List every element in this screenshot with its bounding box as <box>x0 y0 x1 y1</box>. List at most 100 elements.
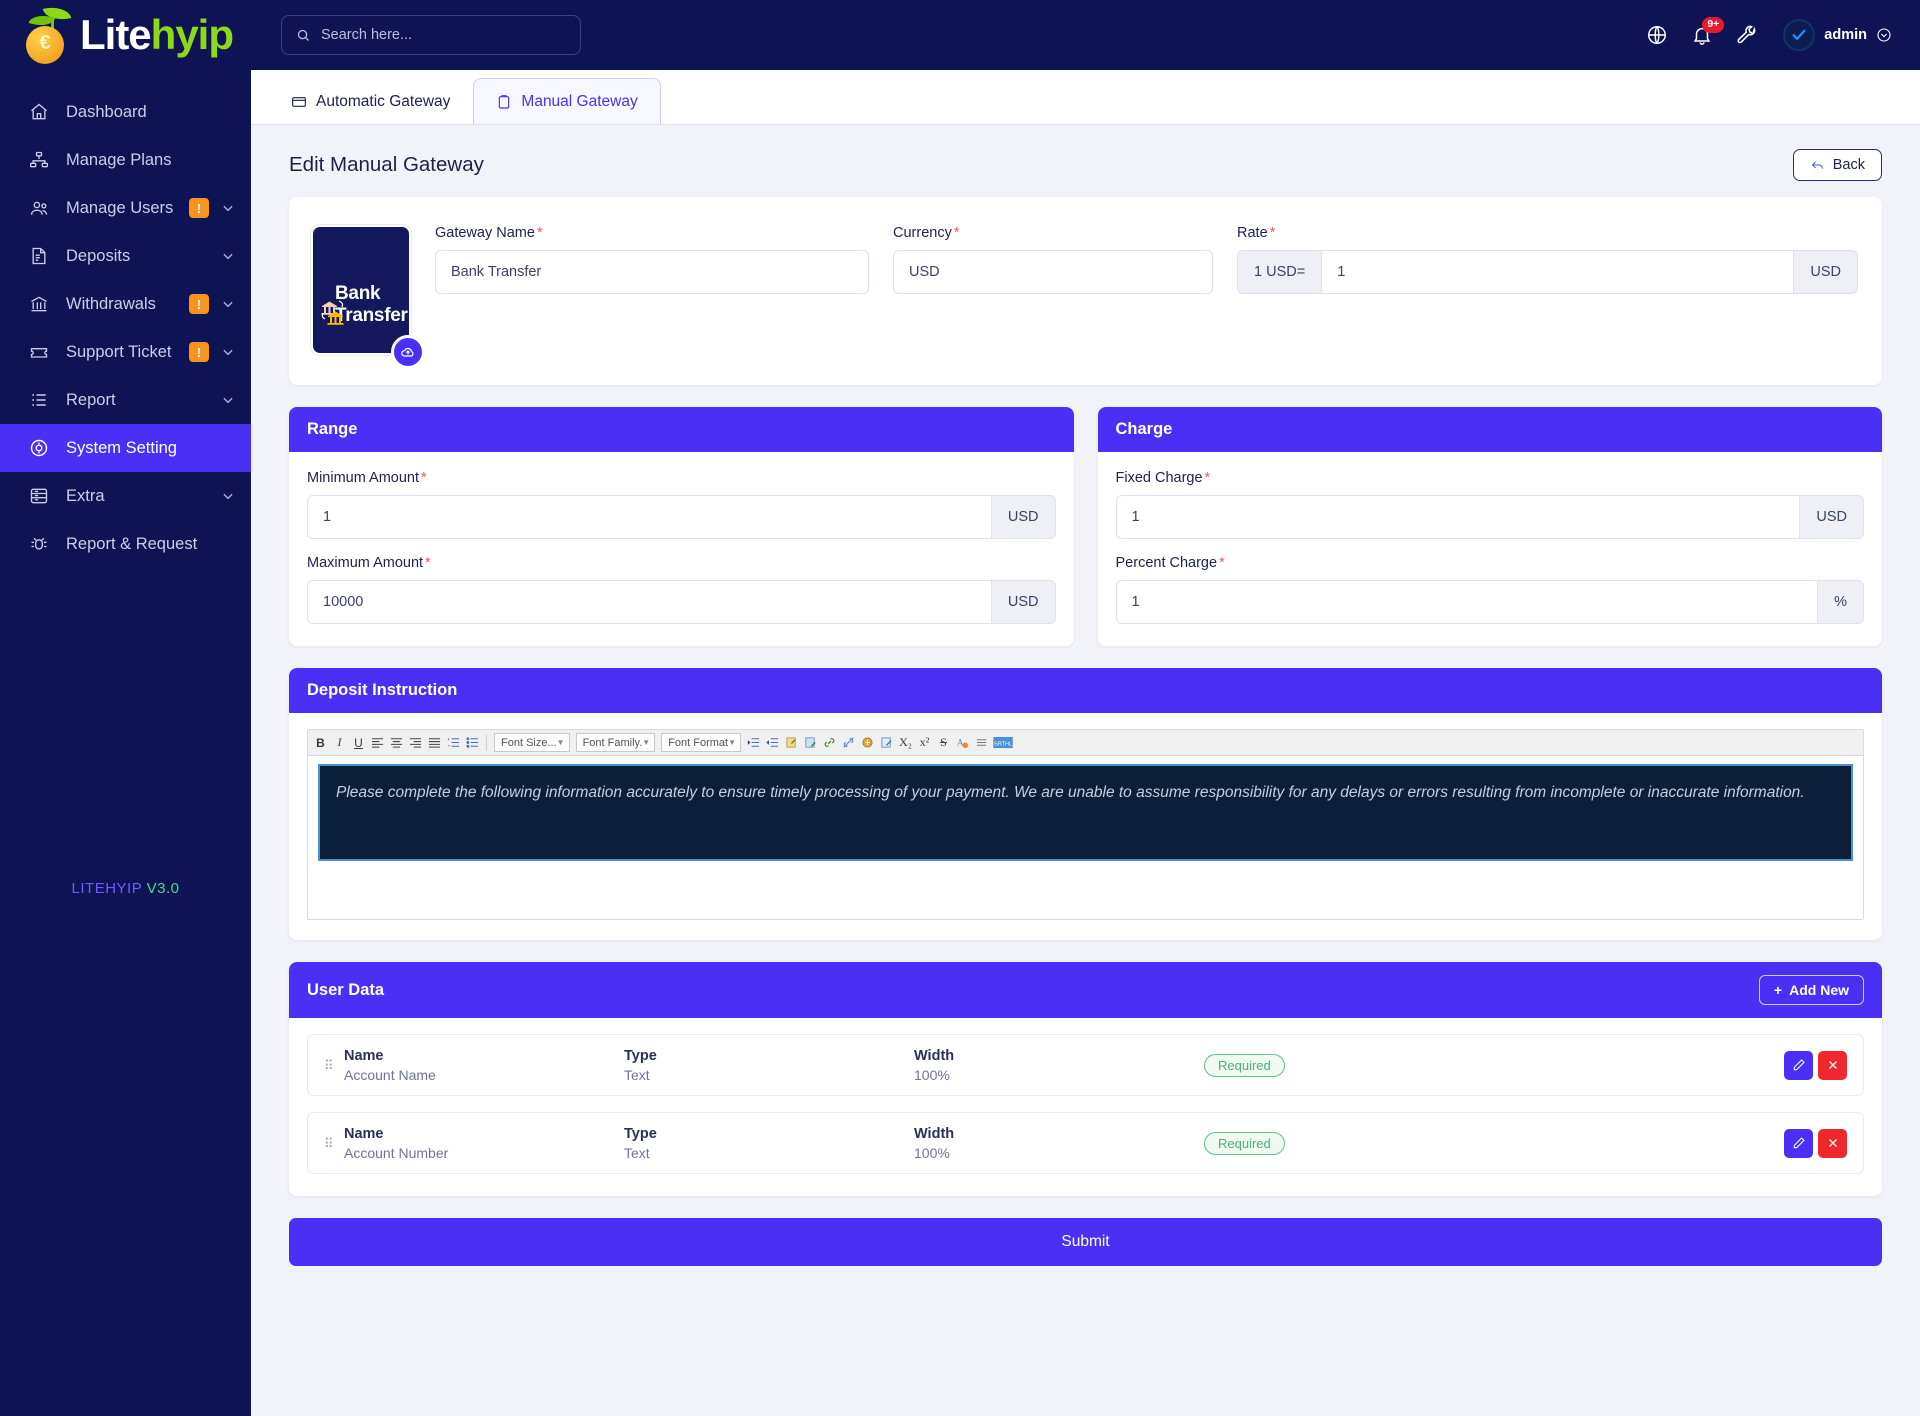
delete-button[interactable] <box>1818 1050 1847 1080</box>
column-header-type: Type <box>624 1047 657 1064</box>
bold-icon[interactable]: B <box>312 733 329 752</box>
drag-handle-icon[interactable]: ⠿ <box>324 1059 344 1072</box>
sidebar-item-dashboard[interactable]: Dashboard <box>0 88 251 136</box>
maximum-amount-label: Maximum Amount * <box>307 555 1056 571</box>
edit-source-icon[interactable] <box>878 733 895 752</box>
required-marker: * <box>1219 555 1225 571</box>
tab-label: Automatic Gateway <box>316 92 451 110</box>
table-row[interactable]: ⠿ Name Account Number Type Text Width 10… <box>307 1112 1864 1174</box>
upload-image-button[interactable] <box>391 335 425 369</box>
editor-content-area[interactable]: Please complete the following informatio… <box>308 756 1863 919</box>
anchor-icon[interactable] <box>859 733 876 752</box>
status-badge: Required <box>1204 1131 1285 1155</box>
wrench-icon[interactable] <box>1736 24 1758 46</box>
sidebar-label: Deposits <box>66 246 131 265</box>
sidebar-label: Manage Plans <box>66 150 172 169</box>
align-left-icon[interactable] <box>369 733 386 752</box>
chevron-down-icon <box>221 489 235 503</box>
gateway-fields: Gateway Name * Bank Transfer Currency * US… <box>435 225 1858 294</box>
field-gateway-name: Gateway Name * Bank Transfer <box>435 225 869 294</box>
row-type-value: Text <box>624 1066 650 1083</box>
font-size-label: Font Size... <box>501 736 557 749</box>
align-center-icon[interactable] <box>388 733 405 752</box>
sidebar-item-system-setting[interactable]: System Setting <box>0 424 251 472</box>
chevron-down-icon[interactable] <box>1876 27 1892 43</box>
back-button[interactable]: Back <box>1792 149 1882 181</box>
percent-charge-suffix: % <box>1818 580 1864 624</box>
font-format-select[interactable]: Font Format ▼ <box>661 733 742 752</box>
subscript-icon[interactable]: X₂ <box>897 733 914 752</box>
sidebar-item-deposits[interactable]: Deposits <box>0 232 251 280</box>
horizontal-rule-icon[interactable] <box>973 733 990 752</box>
svg-text:A: A <box>957 738 964 748</box>
underline-icon[interactable]: U <box>350 733 367 752</box>
numbered-list-icon[interactable] <box>445 733 462 752</box>
edit-button[interactable] <box>1784 1050 1813 1080</box>
user-data-rows: ⠿ Name Account Name Type Text Width 100% <box>289 1018 1882 1196</box>
align-justify-icon[interactable] <box>426 733 443 752</box>
font-family-select[interactable]: Font Family. ▼ <box>575 733 656 752</box>
indent-increase-icon[interactable] <box>745 733 762 752</box>
version-name: LITEHYIP <box>71 880 142 897</box>
sidebar-item-report-request[interactable]: Report & Request <box>0 520 251 568</box>
indent-decrease-icon[interactable] <box>764 733 781 752</box>
user-menu[interactable]: admin <box>1783 19 1892 51</box>
sidebar-label: Extra <box>66 486 105 505</box>
editor-selected-paragraph[interactable]: Please complete the following informatio… <box>318 764 1853 861</box>
submit-button[interactable]: Submit <box>289 1218 1882 1266</box>
bulleted-list-icon[interactable] <box>464 733 481 752</box>
paste-from-word-icon[interactable] <box>783 733 800 752</box>
delete-button[interactable] <box>1818 1128 1847 1158</box>
link-icon[interactable] <box>821 733 838 752</box>
paste-text-icon[interactable] <box>802 733 819 752</box>
fixed-charge-label: Fixed Charge * <box>1116 470 1865 486</box>
range-charge-row: Range Minimum Amount * 1 USD Maximum Amo… <box>289 407 1882 646</box>
bell-icon[interactable]: 9+ <box>1691 17 1725 46</box>
search-input[interactable]: Search here... <box>281 15 581 55</box>
fixed-charge-input[interactable]: 1 <box>1115 495 1801 539</box>
tab-label: Manual Gateway <box>521 92 638 110</box>
gateway-name-input[interactable]: Bank Transfer <box>435 250 869 294</box>
edit-button[interactable] <box>1784 1128 1813 1158</box>
cell-type: Type Text <box>624 1048 914 1083</box>
source-html-icon[interactable]: SRTHL <box>992 733 1014 752</box>
currency-input[interactable]: USD <box>893 250 1213 294</box>
row-type-value: Text <box>624 1144 650 1161</box>
brand-logo[interactable]: Litehyip <box>0 0 251 70</box>
sidebar-item-manage-users[interactable]: Manage Users ! <box>0 184 251 232</box>
align-right-icon[interactable] <box>407 733 424 752</box>
label-text: Minimum Amount <box>307 470 420 486</box>
globe-icon[interactable] <box>1646 24 1668 46</box>
maximum-amount-input[interactable]: 10000 <box>307 580 992 624</box>
sidebar-item-withdrawals[interactable]: Withdrawals ! <box>0 280 251 328</box>
chevron-down-icon <box>221 249 235 263</box>
brand-wordmark: Litehyip <box>80 14 234 56</box>
sidebar-item-manage-plans[interactable]: Manage Plans <box>0 136 251 184</box>
cell-width: Width 100% <box>914 1126 1204 1161</box>
add-new-button[interactable]: + Add New <box>1758 975 1864 1005</box>
font-size-select[interactable]: Font Size... ▼ <box>494 733 570 752</box>
chevron-down-icon <box>221 201 235 215</box>
rate-input-group: 1 USD= 1 USD <box>1237 250 1858 294</box>
sidebar-item-extra[interactable]: Extra <box>0 472 251 520</box>
gateway-logo-uploader[interactable]: Bank Transfer <box>311 225 425 369</box>
table-row[interactable]: ⠿ Name Account Name Type Text Width 100% <box>307 1034 1864 1096</box>
italic-icon[interactable]: I <box>331 733 348 752</box>
label-text: Percent Charge <box>1115 555 1218 571</box>
sidebar-item-report[interactable]: Report <box>0 376 251 424</box>
tab-manual-gateway[interactable]: Manual Gateway <box>473 78 661 124</box>
drag-handle-icon[interactable]: ⠿ <box>324 1137 344 1150</box>
unlink-icon[interactable] <box>840 733 857 752</box>
remove-format-icon[interactable]: A <box>954 733 971 752</box>
strikethrough-icon[interactable]: S <box>935 733 952 752</box>
required-marker: * <box>1269 225 1276 241</box>
cell-width: Width 100% <box>914 1048 1204 1083</box>
superscript-icon[interactable]: x² <box>916 733 933 752</box>
sidebar-item-support-ticket[interactable]: Support Ticket ! <box>0 328 251 376</box>
tab-automatic-gateway[interactable]: Automatic Gateway <box>268 78 473 124</box>
minimum-amount-input[interactable]: 1 <box>307 495 992 539</box>
percent-charge-input[interactable]: 1 <box>1115 580 1819 624</box>
field-fixed-charge: Fixed Charge * 1 USD <box>1115 470 1865 539</box>
rate-input[interactable]: 1 <box>1321 250 1795 294</box>
gateway-tabs: Automatic Gateway Manual Gateway <box>251 70 1920 125</box>
